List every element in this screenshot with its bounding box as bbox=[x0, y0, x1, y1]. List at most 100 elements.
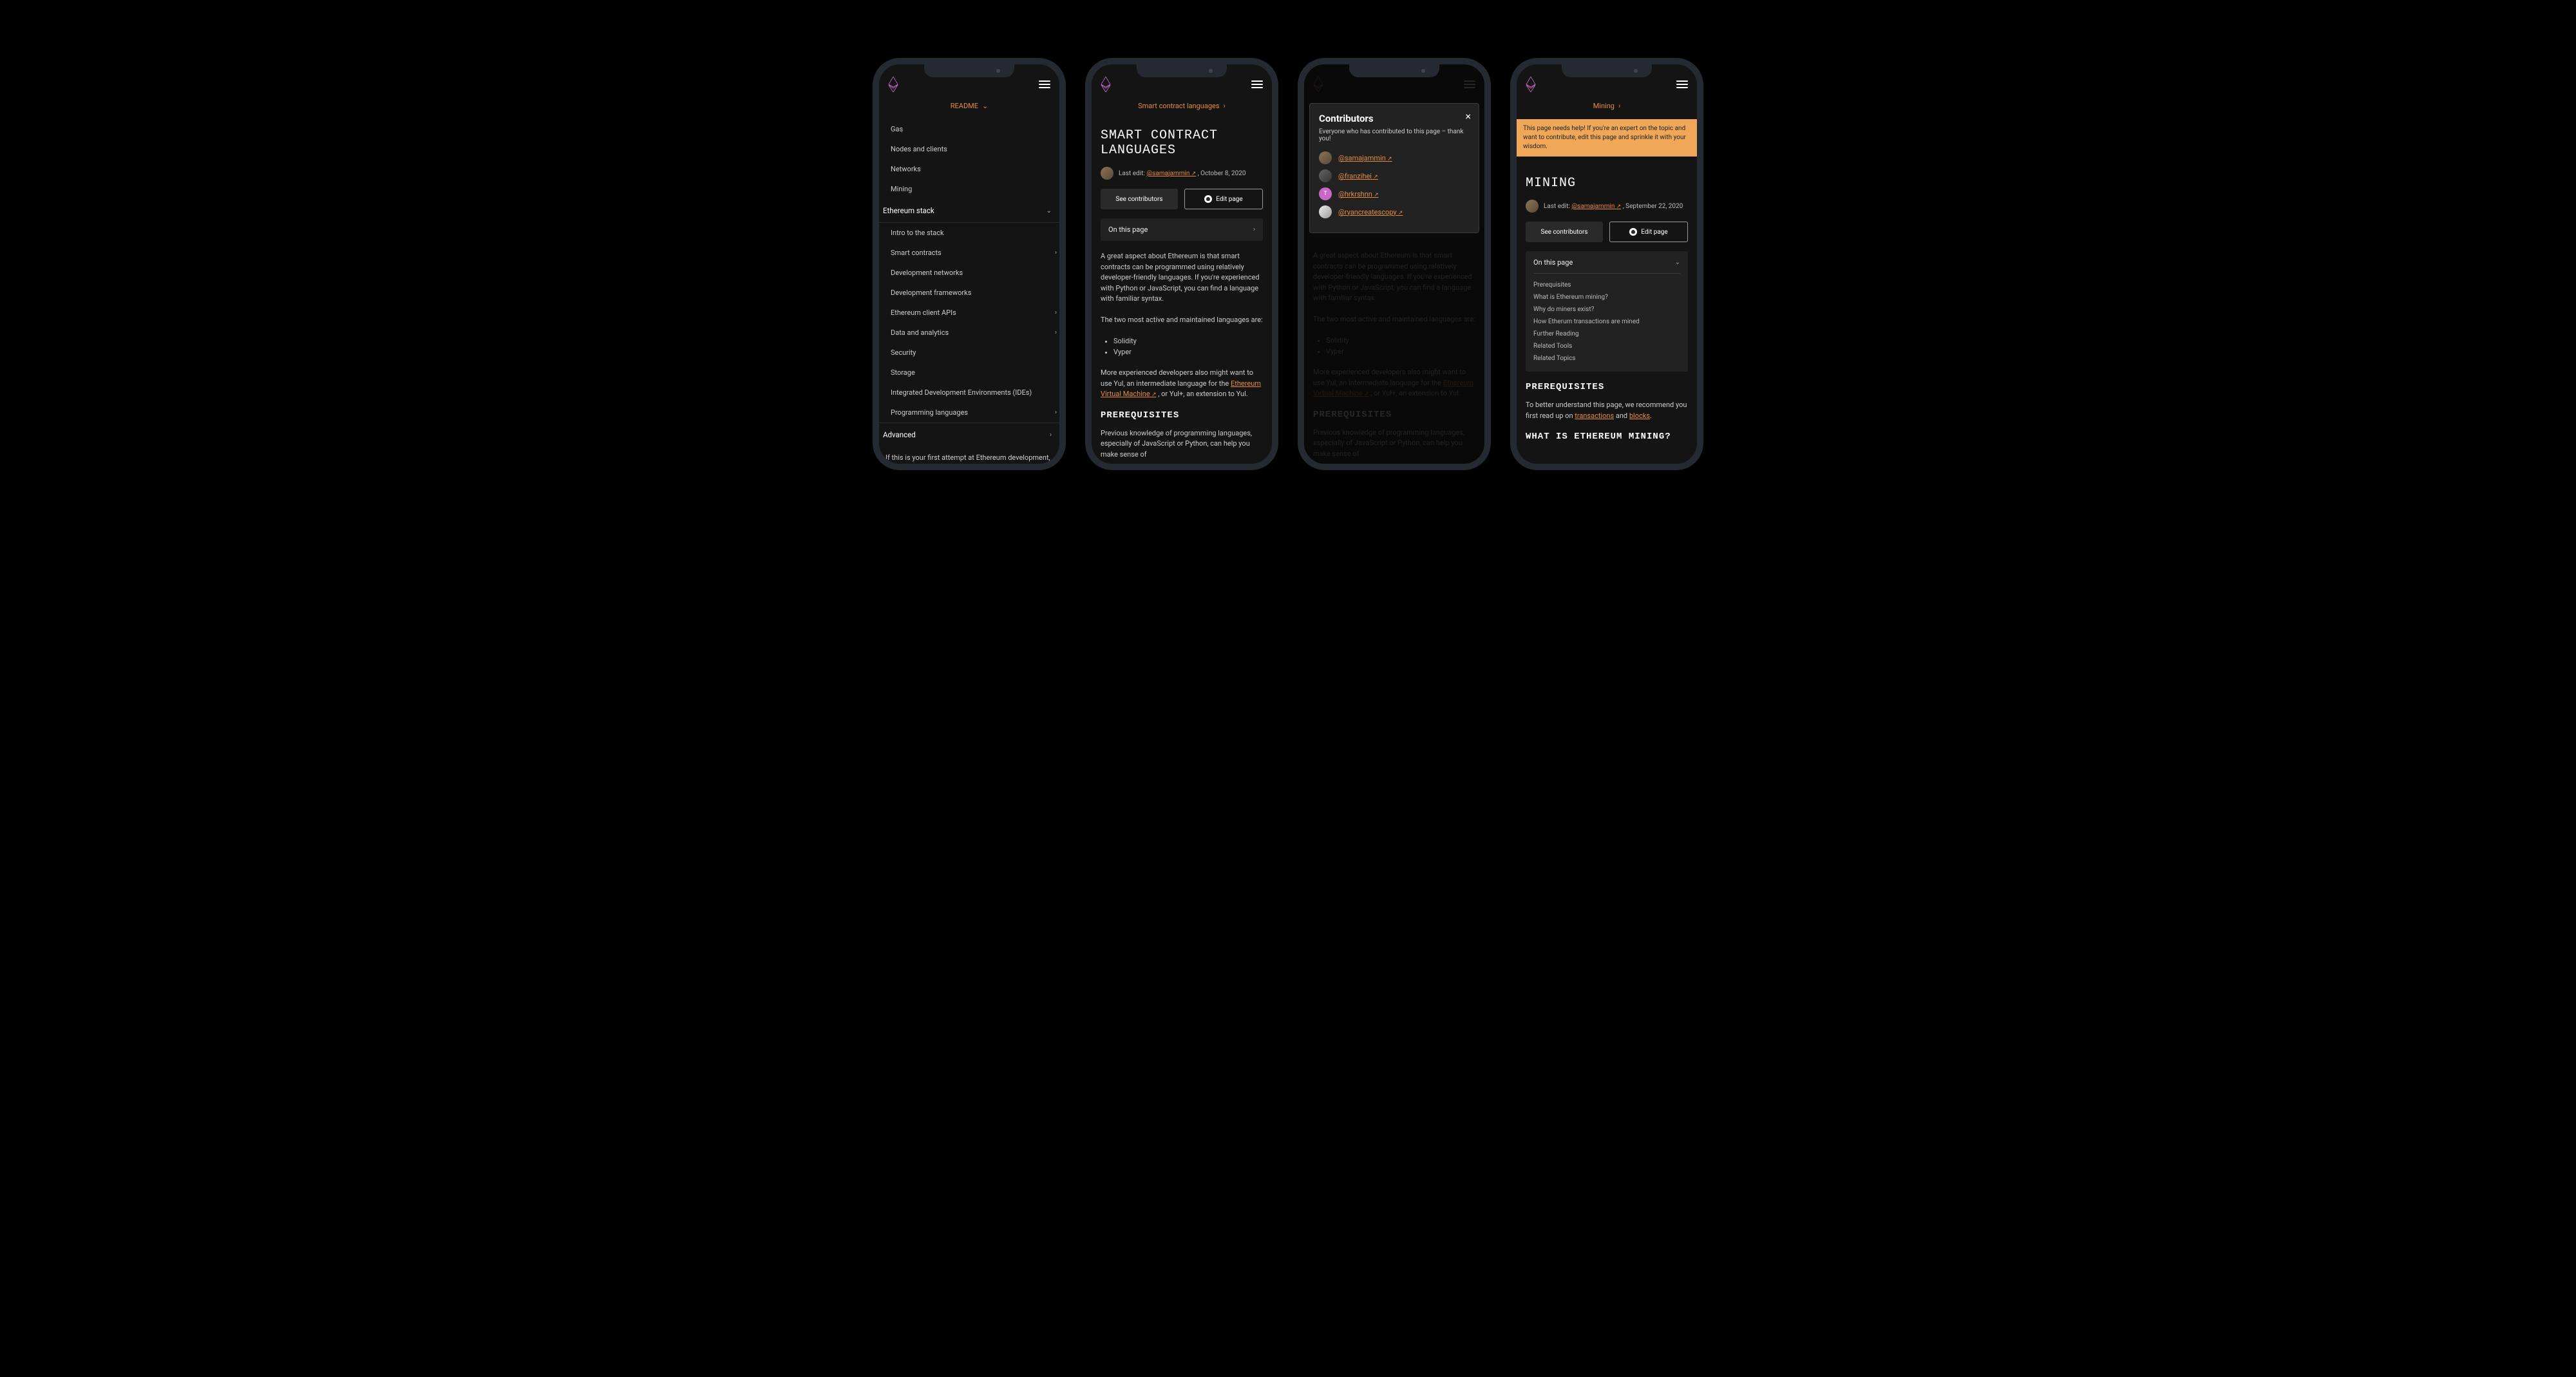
paragraph: The two most active and maintained langu… bbox=[1101, 315, 1263, 326]
github-icon bbox=[1204, 195, 1212, 203]
sidebar-item-mining[interactable]: Mining bbox=[879, 179, 1059, 199]
avatar bbox=[1319, 169, 1332, 182]
breadcrumb[interactable]: Smart contract languages › bbox=[1092, 95, 1272, 119]
sidebar-item-dev-networks[interactable]: Development networks bbox=[879, 263, 1059, 283]
phone-scl: Smart contract languages › SMART CONTRAC… bbox=[1085, 58, 1278, 470]
ethereum-logo-icon[interactable] bbox=[1101, 77, 1111, 92]
sidebar-item-client-apis[interactable]: Ethereum client APIs› bbox=[879, 303, 1059, 323]
toc-item[interactable]: How Etherum transactions are mined bbox=[1533, 316, 1680, 328]
phone-notch bbox=[924, 64, 1014, 77]
sidebar-item-storage[interactable]: Storage bbox=[879, 363, 1059, 383]
toc-item[interactable]: Prerequisites bbox=[1533, 279, 1680, 291]
chevron-right-icon: › bbox=[1055, 309, 1057, 316]
link-blocks[interactable]: blocks bbox=[1629, 412, 1650, 420]
list-item: Vyper bbox=[1113, 347, 1263, 357]
page-content: SMART CONTRACT LANGUAGES Last edit: @sam… bbox=[1092, 119, 1272, 464]
contributor-row: @franzihei ↗ bbox=[1319, 169, 1470, 182]
menu-icon[interactable] bbox=[1039, 81, 1050, 88]
modal-title: Contributors bbox=[1319, 113, 1470, 124]
paragraph: Previous knowledge of programming langua… bbox=[1101, 428, 1263, 461]
editor-link[interactable]: @samajammin ↗ bbox=[1146, 170, 1196, 177]
sidebar-item-prog-langs[interactable]: Programming languages› bbox=[879, 403, 1059, 423]
last-edit-meta: Last edit: @samajammin ↗ , September 22,… bbox=[1526, 200, 1688, 213]
phone-contributors: On this page › A great aspect about Ethe… bbox=[1298, 58, 1491, 470]
phone-notch bbox=[1562, 64, 1652, 77]
sidebar-item-gas[interactable]: Gas bbox=[879, 119, 1059, 139]
chevron-right-icon: › bbox=[1050, 432, 1052, 439]
chevron-down-icon: ⌄ bbox=[1046, 207, 1052, 214]
phone-readme: README ⌄ Gas Nodes and clients Networks … bbox=[873, 58, 1066, 470]
paragraph: More experienced developers also might w… bbox=[1101, 368, 1263, 400]
avatar: T bbox=[1319, 187, 1332, 200]
edit-page-button[interactable]: Edit page bbox=[1184, 189, 1263, 209]
menu-icon[interactable] bbox=[1676, 81, 1688, 88]
chevron-down-icon: ⌄ bbox=[1675, 259, 1680, 266]
close-icon[interactable]: × bbox=[1465, 110, 1471, 122]
toc-item[interactable]: Related Tools bbox=[1533, 340, 1680, 352]
sidebar-item-networks[interactable]: Networks bbox=[879, 159, 1059, 179]
chevron-right-icon: › bbox=[1055, 409, 1057, 416]
sidebar-list: Gas Nodes and clients Networks Mining Et… bbox=[879, 119, 1059, 446]
see-contributors-button[interactable]: See contributors bbox=[1101, 189, 1178, 209]
toc-item[interactable]: What is Ethereum mining? bbox=[1533, 291, 1680, 303]
see-contributors-button[interactable]: See contributors bbox=[1526, 222, 1603, 242]
sidebar-item-intro-stack[interactable]: Intro to the stack bbox=[879, 223, 1059, 243]
breadcrumb-label: Smart contract languages bbox=[1138, 102, 1219, 110]
github-icon bbox=[1629, 228, 1637, 236]
breadcrumb[interactable]: Mining › bbox=[1517, 95, 1697, 119]
toc-item[interactable]: Further Reading bbox=[1533, 328, 1680, 340]
contributor-link[interactable]: @ryancreatescopy ↗ bbox=[1338, 208, 1403, 216]
ethereum-logo-icon[interactable] bbox=[1526, 77, 1536, 92]
breadcrumb-label: README bbox=[951, 102, 978, 110]
menu-icon[interactable] bbox=[1251, 81, 1263, 88]
on-this-page-accordion[interactable]: On this page ⌄ Prerequisites What is Eth… bbox=[1526, 251, 1688, 372]
contributor-row: T @hrkrshnn ↗ bbox=[1319, 187, 1470, 200]
sidebar-item-dev-frameworks[interactable]: Development frameworks bbox=[879, 283, 1059, 303]
contributor-row: @samajammin ↗ bbox=[1319, 151, 1470, 164]
sidebar-item-nodes[interactable]: Nodes and clients bbox=[879, 139, 1059, 159]
edit-page-button[interactable]: Edit page bbox=[1609, 222, 1688, 242]
readme-body: If this is your first attempt at Ethereu… bbox=[879, 446, 1059, 464]
sidebar-item-smart-contracts[interactable]: Smart contracts› bbox=[879, 243, 1059, 263]
chevron-right-icon: › bbox=[1618, 102, 1620, 110]
languages-list: Solidity Vyper bbox=[1101, 336, 1263, 357]
link-transactions[interactable]: transactions bbox=[1575, 412, 1614, 420]
prerequisites-heading: PREREQUISITES bbox=[1101, 410, 1263, 421]
contributor-link[interactable]: @franzihei ↗ bbox=[1338, 172, 1378, 180]
contributor-row: @ryancreatescopy ↗ bbox=[1319, 205, 1470, 218]
page-title: MINING bbox=[1526, 167, 1688, 200]
phone-notch bbox=[1349, 64, 1439, 77]
editor-link[interactable]: @samajammin ↗ bbox=[1571, 203, 1621, 210]
list-item: Solidity bbox=[1113, 336, 1263, 347]
what-is-mining-heading: WHAT IS ETHEREUM MINING? bbox=[1526, 432, 1688, 442]
breadcrumb[interactable]: README ⌄ bbox=[879, 95, 1059, 119]
paragraph: To better understand this page, we recom… bbox=[1526, 400, 1688, 421]
avatar bbox=[1319, 151, 1332, 164]
avatar bbox=[1101, 167, 1113, 180]
modal-subtitle: Everyone who has contributed to this pag… bbox=[1319, 128, 1470, 142]
sidebar-item-ides[interactable]: Integrated Development Environments (IDE… bbox=[879, 383, 1059, 403]
toc-item[interactable]: Related Topics bbox=[1533, 352, 1680, 365]
page-title: SMART CONTRACT LANGUAGES bbox=[1101, 119, 1263, 167]
sidebar-section-advanced[interactable]: Advanced › bbox=[879, 423, 1059, 446]
contributor-link[interactable]: @samajammin ↗ bbox=[1338, 154, 1392, 162]
chevron-right-icon: › bbox=[1055, 249, 1057, 256]
phone-mining: Mining › This page needs help! If you're… bbox=[1510, 58, 1703, 470]
paragraph: A great aspect about Ethereum is that sm… bbox=[1101, 251, 1263, 305]
avatar bbox=[1319, 205, 1332, 218]
chevron-right-icon: › bbox=[1253, 226, 1255, 233]
sidebar-section-stack[interactable]: Ethereum stack ⌄ bbox=[879, 199, 1059, 223]
sidebar-item-security[interactable]: Security bbox=[879, 343, 1059, 363]
toc-item[interactable]: Why do miners exist? bbox=[1533, 303, 1680, 316]
chevron-down-icon: ⌄ bbox=[982, 102, 988, 110]
on-this-page-accordion[interactable]: On this page › bbox=[1101, 218, 1263, 241]
sidebar-item-data-analytics[interactable]: Data and analytics› bbox=[879, 323, 1059, 343]
ethereum-logo-icon[interactable] bbox=[888, 77, 898, 92]
contributor-link[interactable]: @hrkrshnn ↗ bbox=[1338, 190, 1379, 198]
contributors-modal: × Contributors Everyone who has contribu… bbox=[1309, 103, 1479, 233]
chevron-right-icon: › bbox=[1224, 102, 1226, 110]
chevron-right-icon: › bbox=[1055, 329, 1057, 336]
breadcrumb-label: Mining bbox=[1593, 102, 1615, 110]
prerequisites-heading: PREREQUISITES bbox=[1526, 382, 1688, 392]
last-edit-meta: Last edit: @samajammin ↗ , October 8, 20… bbox=[1101, 167, 1263, 180]
